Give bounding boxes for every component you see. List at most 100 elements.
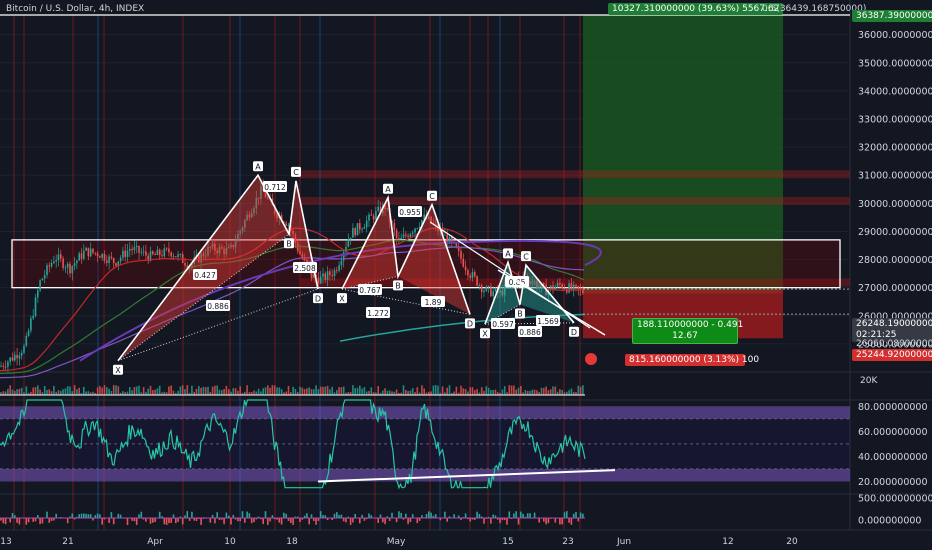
volume-bar <box>280 389 283 395</box>
candle-body <box>14 354 16 361</box>
candle-body <box>50 263 53 267</box>
volume-bar <box>407 391 409 395</box>
price-axis-label: 33000.000000000 <box>858 115 932 126</box>
candle-body <box>471 272 474 278</box>
macd-bar <box>85 513 87 518</box>
macd-bar <box>66 518 69 524</box>
volume-bar <box>172 390 175 395</box>
volume-bar <box>191 385 193 395</box>
rsi-axis-label: 40.000000000 <box>858 452 928 463</box>
volume-bar <box>170 385 172 395</box>
volume-bar <box>513 385 515 395</box>
volume-bar <box>126 391 129 395</box>
time-axis-label: 12 <box>722 537 733 547</box>
macd-bar <box>163 518 166 525</box>
ratio-label: 0.767 <box>359 286 381 295</box>
candle-body <box>168 248 170 253</box>
volume-bar <box>315 385 317 395</box>
trading-chart[interactable]: X A B C D X A B C D X A B C D 0.427 0.712 2.508 0.886 0.767… <box>0 0 932 550</box>
candle-body <box>39 280 41 291</box>
volume-bar <box>352 385 354 395</box>
macd-bar <box>191 511 193 518</box>
candle-body <box>324 273 327 280</box>
rsi-oversold-band <box>0 468 850 482</box>
volume-bar <box>211 386 214 395</box>
macd-bar <box>101 518 103 525</box>
volume-bar <box>448 385 451 395</box>
volume-bar <box>60 390 62 395</box>
macd-bar <box>559 518 561 525</box>
volume-bar <box>547 390 550 395</box>
volume-bar <box>9 385 11 395</box>
volume-bar <box>382 390 384 395</box>
volume-bar <box>324 386 327 395</box>
macd-bar <box>469 518 471 522</box>
macd-bar <box>368 513 370 518</box>
volume-bar <box>32 387 34 395</box>
price-axis-label: 30000.000000000 <box>858 199 932 210</box>
candle-body <box>89 248 92 257</box>
target-box-line1: 188.110000000 - 0.491 <box>637 320 744 330</box>
macd-bar <box>250 518 253 524</box>
volume-bar <box>303 389 306 395</box>
candle-body <box>103 253 106 261</box>
candle-body <box>494 287 497 292</box>
macd-bar <box>83 513 85 518</box>
macd-bar <box>579 512 582 518</box>
symbol-title[interactable]: Bitcoin / U.S. Dollar, 4h, INDEX <box>6 4 144 14</box>
volume-bar <box>76 389 78 395</box>
macd-bar <box>476 511 478 518</box>
volume-bar <box>85 391 87 395</box>
macd-bar <box>280 518 283 525</box>
macd-bar <box>570 518 573 525</box>
ratio-label: 1.89 <box>425 298 442 307</box>
volume-bar <box>78 387 80 395</box>
macd-bar <box>310 514 313 518</box>
candle-body <box>138 245 140 253</box>
volume-bar <box>4 391 7 395</box>
macd-bar <box>478 513 481 518</box>
macd-bar <box>117 513 120 518</box>
volume-bar <box>559 389 561 395</box>
candle-body <box>32 315 34 319</box>
volume-bar <box>391 391 393 395</box>
volume-bar <box>441 386 444 395</box>
volume-bar <box>110 390 113 395</box>
macd-axis-label: 0.000000000 <box>858 516 921 527</box>
candle-body <box>64 267 67 269</box>
volume-bar <box>322 386 324 395</box>
pattern-point-text: C <box>523 252 529 261</box>
pattern-point-text: B <box>286 239 292 248</box>
volume-bar <box>517 387 520 395</box>
macd-bar <box>398 511 400 518</box>
candle-body <box>76 260 78 264</box>
macd-bar <box>39 518 41 525</box>
macd-bar <box>464 513 467 518</box>
volume-bar <box>529 390 531 395</box>
macd-bar <box>345 518 347 523</box>
candle-body <box>108 256 110 264</box>
macd-bar <box>575 511 577 518</box>
candle-body <box>338 265 340 271</box>
macd-bar <box>214 518 216 524</box>
time-axis-label: 18 <box>286 537 298 547</box>
candle-body <box>41 278 44 281</box>
chart-canvas[interactable]: XABCD XABCDXABCD0.4270.7122.5080.8860.767… <box>0 0 932 550</box>
macd-bar <box>434 514 437 518</box>
macd-bar <box>200 518 202 525</box>
candle-body <box>375 210 377 220</box>
volume-bar <box>232 388 235 395</box>
candle-body <box>474 272 476 277</box>
macd-bar <box>264 511 267 518</box>
volume-bar <box>147 388 149 395</box>
volume-bar <box>177 390 179 395</box>
volume-bar <box>510 385 513 395</box>
volume-bar <box>138 385 140 395</box>
macd-bar <box>425 514 428 518</box>
candle-body <box>414 228 416 233</box>
volume-bar <box>230 391 232 395</box>
macd-bar <box>99 514 101 518</box>
volume-bar <box>543 388 545 395</box>
macd-bar <box>577 518 580 522</box>
volume-bar <box>269 387 271 395</box>
